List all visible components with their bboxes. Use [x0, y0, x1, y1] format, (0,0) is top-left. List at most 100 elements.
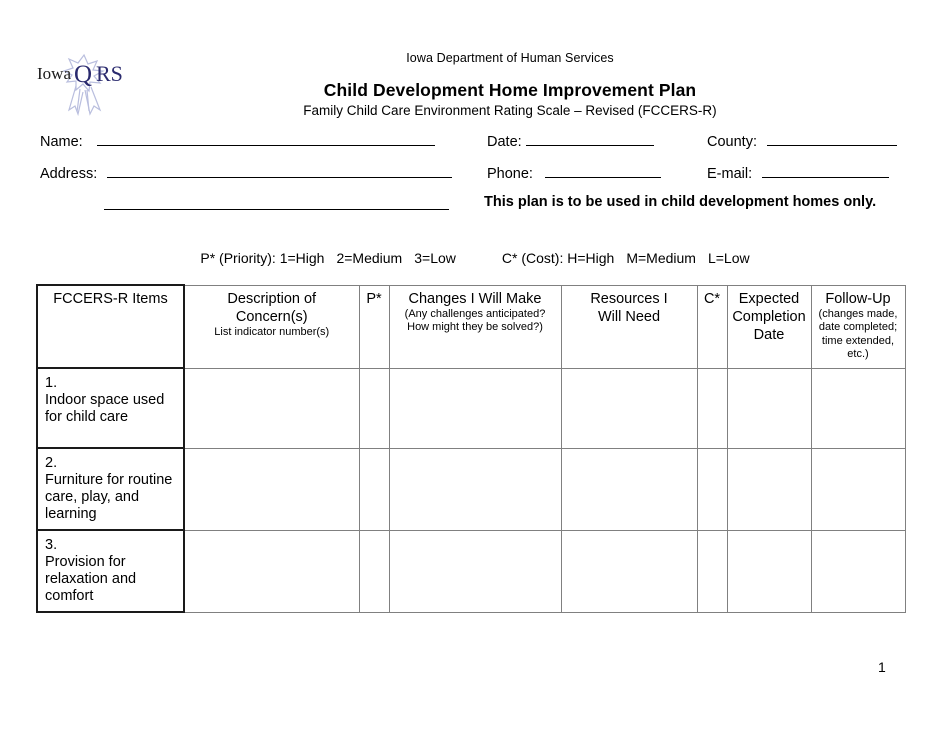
row-cost-cell[interactable]	[696, 529, 728, 613]
row-expected-date-cell[interactable]	[726, 367, 812, 449]
header-cell-expected-date: Expected Completion Date	[726, 284, 812, 369]
form-fields: Name: Address: Date: County: Phone: E-ma…	[0, 128, 950, 223]
header-changes-sub1: (Any challenges anticipated?	[404, 307, 546, 320]
header-resources-line1: Resources I	[590, 290, 668, 307]
header-cell-cost: C*	[696, 284, 728, 369]
row-cost-cell[interactable]	[696, 447, 728, 531]
row-priority-cell[interactable]	[358, 447, 390, 531]
email-input[interactable]	[762, 164, 890, 178]
row-changes-cell[interactable]	[388, 367, 562, 449]
row-expected-date-cell[interactable]	[726, 447, 812, 531]
row-item-cell: 3. Provision for relaxation and comfort	[36, 529, 185, 613]
improvement-plan-table-wrapper: FCCERS-R Items Description of Concern(s)…	[36, 284, 906, 613]
priority-key-1: P* (Priority): 1=High	[200, 250, 325, 266]
name-input[interactable]	[96, 132, 435, 146]
address-input-line2[interactable]	[104, 196, 449, 210]
date-label: Date:	[487, 134, 522, 150]
header-cell-changes: Changes I Will Make (Any challenges anti…	[388, 284, 562, 369]
document-page: Iowa Q RS Iowa Department of Human Servi…	[0, 0, 950, 733]
svg-text:RS: RS	[96, 61, 123, 86]
svg-text:Iowa: Iowa	[37, 64, 71, 83]
address-field-group-line2	[104, 196, 449, 215]
header-concern-line1: Description of	[227, 290, 317, 307]
header-expected-line1: Expected	[738, 290, 800, 307]
header-followup-sub4: etc.)	[847, 348, 869, 360]
row-resources-cell[interactable]	[560, 367, 698, 449]
svg-text:Q: Q	[74, 61, 92, 88]
row-changes-cell[interactable]	[388, 447, 562, 531]
header-expected-line3: Date	[753, 326, 785, 343]
county-field-group: County:	[707, 132, 898, 151]
row-cost-cell[interactable]	[696, 367, 728, 449]
row-expected-date-cell[interactable]	[726, 529, 812, 613]
priority-cost-key: P* (Priority): 1=High 2=Medium 3=Low C* (Co…	[0, 249, 950, 267]
email-field-group: E-mail:	[707, 164, 890, 183]
row-item-line2: for child care	[45, 409, 129, 425]
header-followup-line1: Follow-Up	[825, 290, 891, 307]
header-priority-label: P*	[366, 290, 382, 307]
county-label: County:	[707, 134, 757, 150]
county-input[interactable]	[767, 132, 898, 146]
row-changes-cell[interactable]	[388, 529, 562, 613]
row-followup-cell[interactable]	[810, 529, 906, 613]
row-resources-cell[interactable]	[560, 447, 698, 531]
phone-label: Phone:	[487, 166, 533, 182]
row-item-line1: Furniture for routine	[45, 472, 173, 488]
row-priority-cell[interactable]	[358, 367, 390, 449]
name-field-group: Name:	[40, 132, 435, 151]
email-label: E-mail:	[707, 166, 753, 182]
page-subtitle: Family Child Care Environment Rating Sca…	[303, 103, 717, 118]
row-item-line3: learning	[45, 506, 97, 522]
row-followup-cell[interactable]	[810, 367, 906, 449]
row-item-number: 3.	[45, 537, 58, 553]
row-concern-cell[interactable]	[183, 529, 360, 613]
date-field-group: Date:	[487, 132, 654, 151]
header-changes-line1: Changes I Will Make	[408, 290, 542, 307]
table-row: 2. Furniture for routine care, play, and…	[36, 447, 906, 531]
row-item-line1: Provision for	[45, 554, 126, 570]
page-number: 1	[878, 659, 886, 675]
cost-key-2: M=Medium	[626, 250, 696, 266]
row-item-line3: comfort	[45, 588, 94, 604]
row-resources-cell[interactable]	[560, 529, 698, 613]
department-line: Iowa Department of Human Services	[406, 51, 614, 65]
header-followup-sub3: time extended,	[821, 334, 895, 347]
row-item-cell: 2. Furniture for routine care, play, and…	[36, 447, 185, 531]
date-input[interactable]	[525, 132, 654, 146]
address-field-group: Address:	[40, 164, 453, 183]
cost-key-1: C* (Cost): H=High	[501, 250, 615, 266]
phone-field-group: Phone:	[487, 164, 661, 183]
improvement-plan-table: FCCERS-R Items Description of Concern(s)…	[36, 284, 906, 613]
usage-notice: This plan is to be used in child develop…	[484, 194, 877, 210]
logo-graphic-icon: Iowa Q RS	[37, 53, 123, 117]
row-item-cell: 1. Indoor space used for child care	[36, 367, 185, 449]
cost-key-3: L=Low	[707, 250, 750, 266]
header-followup-sub1: (changes made,	[818, 307, 898, 320]
header-concern-sub: List indicator number(s)	[214, 325, 330, 338]
header-cell-followup: Follow-Up (changes made, date completed;…	[810, 284, 906, 369]
row-item-number: 1.	[45, 375, 58, 391]
row-priority-cell[interactable]	[358, 529, 390, 613]
header-cell-priority: P*	[358, 284, 390, 369]
row-concern-cell[interactable]	[183, 447, 360, 531]
row-concern-cell[interactable]	[183, 367, 360, 449]
header-resources-line2: Will Need	[597, 308, 661, 325]
header-cost-label: C*	[703, 290, 721, 307]
document-header: Iowa Department of Human Services Child …	[200, 50, 820, 120]
row-item-line1: Indoor space used	[45, 392, 165, 408]
row-followup-cell[interactable]	[810, 447, 906, 531]
priority-key-2: 2=Medium	[336, 250, 403, 266]
header-cell-concern: Description of Concern(s) List indicator…	[183, 284, 360, 369]
header-concern-line2: Concern(s)	[235, 308, 308, 325]
table-row: 1. Indoor space used for child care	[36, 367, 906, 449]
table-header-row: FCCERS-R Items Description of Concern(s)…	[36, 284, 906, 369]
header-expected-line2: Completion	[732, 308, 806, 325]
phone-input[interactable]	[545, 164, 661, 178]
header-followup-sub2: date completed;	[818, 321, 898, 333]
header-cell-resources: Resources I Will Need	[560, 284, 698, 369]
header-changes-sub2: How might they be solved?)	[407, 321, 543, 333]
address-label: Address:	[40, 166, 98, 182]
row-item-line2: care, play, and	[45, 489, 140, 505]
page-title: Child Development Home Improvement Plan	[323, 80, 697, 100]
address-input[interactable]	[107, 164, 453, 178]
